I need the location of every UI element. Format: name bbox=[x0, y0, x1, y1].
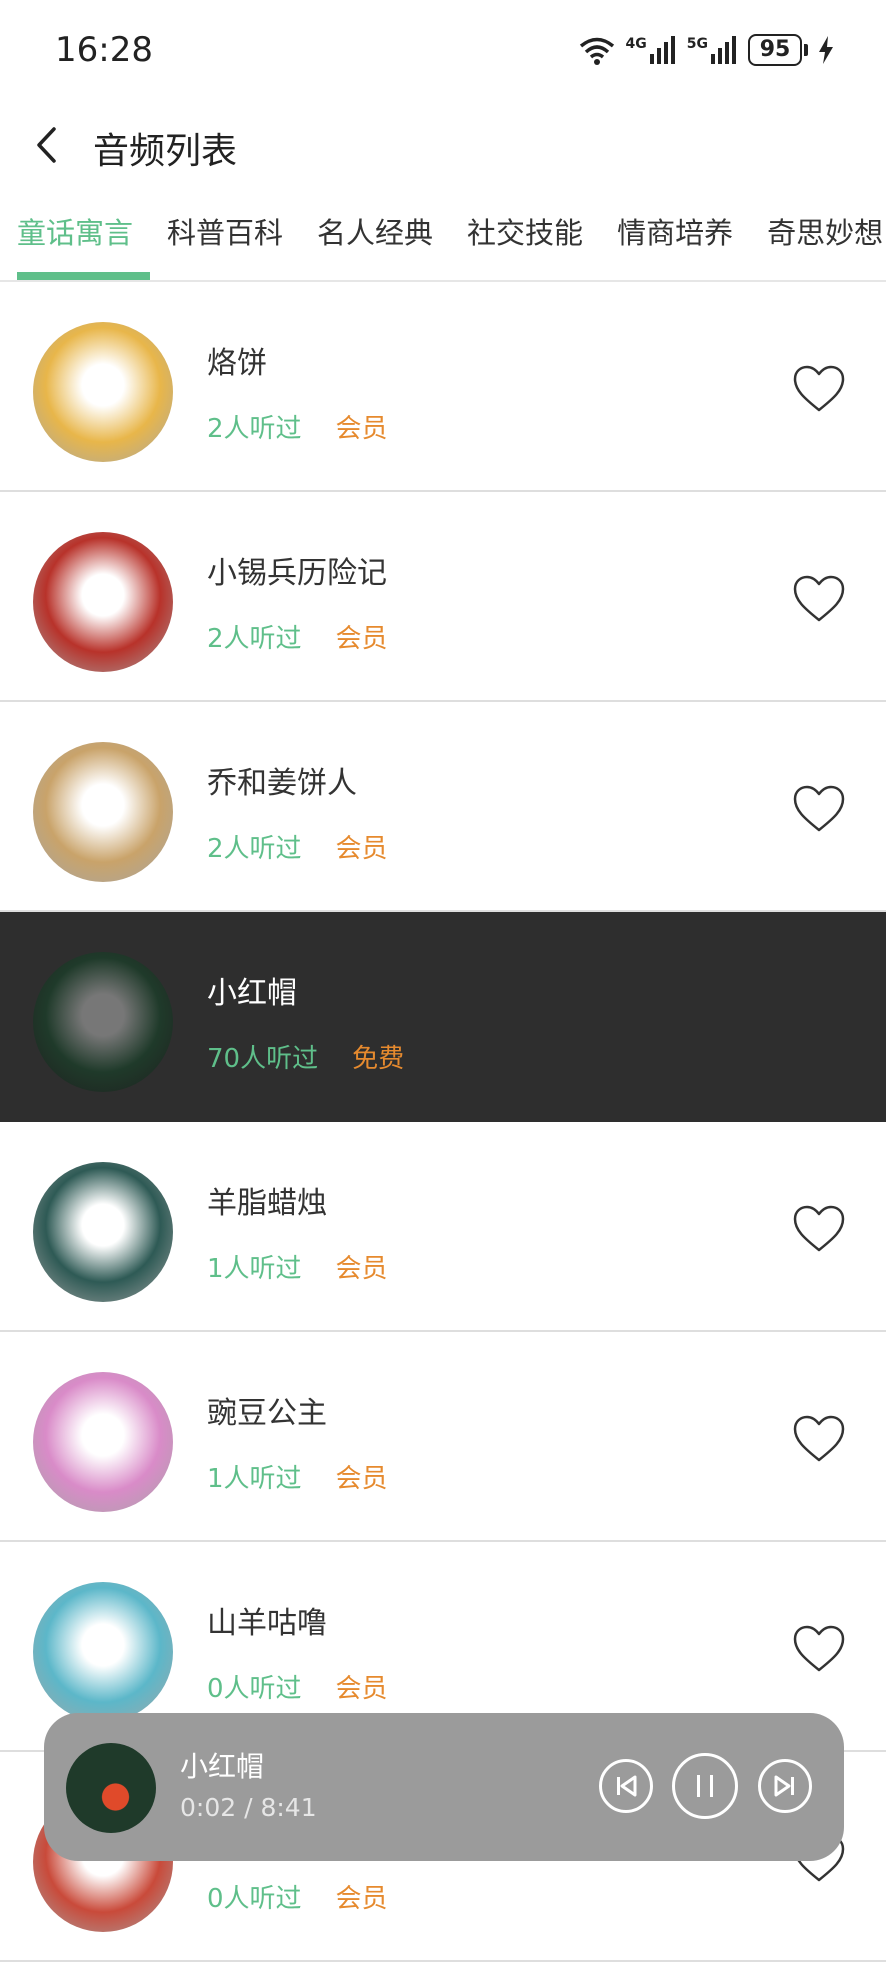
list-item[interactable]: 乔和姜饼人 2人听过 会员 bbox=[0, 702, 886, 912]
access-tag: 免费 bbox=[352, 1044, 405, 1074]
wifi-icon bbox=[579, 37, 614, 65]
audio-meta: 2人听过 会员 bbox=[207, 618, 388, 655]
audio-cover bbox=[33, 1582, 173, 1722]
status-bar: 16:28 4G 5G 95 bbox=[0, 0, 886, 100]
tab-eq[interactable]: 情商培养 bbox=[600, 200, 750, 280]
next-button[interactable] bbox=[758, 1759, 812, 1813]
access-tag: 会员 bbox=[335, 624, 388, 654]
favorite-heart-icon[interactable] bbox=[792, 364, 846, 414]
audio-list: 烙饼 2人听过 会员 小锡兵历险记 2人听过 会员 乔和姜饼人 2人听过 会员 … bbox=[0, 282, 886, 1962]
list-item[interactable]: 羊脂蜡烛 1人听过 会员 bbox=[0, 1122, 886, 1332]
audio-cover bbox=[33, 1162, 173, 1302]
list-item[interactable]: 小锡兵历险记 2人听过 会员 bbox=[0, 492, 886, 702]
access-tag: 会员 bbox=[335, 1254, 388, 1284]
access-tag: 会员 bbox=[335, 1464, 388, 1494]
back-arrow-icon[interactable] bbox=[28, 120, 68, 170]
access-tag: 会员 bbox=[335, 414, 388, 444]
audio-title: 羊脂蜡烛 bbox=[207, 1186, 327, 1221]
play-count: 70人听过 bbox=[207, 1044, 319, 1074]
favorite-heart-icon[interactable] bbox=[792, 574, 846, 624]
favorite-heart-icon[interactable] bbox=[792, 1624, 846, 1674]
player-cover bbox=[66, 1743, 156, 1833]
tab-fairy-tales[interactable]: 童话寓言 bbox=[0, 200, 151, 280]
favorite-heart-icon[interactable] bbox=[792, 1204, 846, 1254]
audio-cover bbox=[33, 742, 173, 882]
audio-cover bbox=[33, 952, 173, 1092]
battery-level: 95 bbox=[748, 34, 802, 66]
play-count: 0人听过 bbox=[207, 1674, 302, 1704]
audio-meta: 1人听过 会员 bbox=[207, 1248, 388, 1285]
list-item[interactable]: 烙饼 2人听过 会员 bbox=[0, 282, 886, 492]
status-icons: 4G 5G 95 bbox=[578, 30, 834, 70]
access-tag: 会员 bbox=[335, 1674, 388, 1704]
charging-icon bbox=[819, 36, 833, 64]
mini-player[interactable]: 小红帽 0:02 / 8:41 bbox=[44, 1713, 844, 1861]
play-count: 1人听过 bbox=[207, 1254, 302, 1284]
tab-science[interactable]: 科普百科 bbox=[150, 200, 300, 280]
pause-icon bbox=[697, 1775, 713, 1797]
page-title: 音频列表 bbox=[93, 131, 238, 172]
audio-meta: 1人听过 会员 bbox=[207, 1458, 388, 1495]
audio-cover bbox=[33, 322, 173, 462]
audio-meta: 2人听过 会员 bbox=[207, 828, 388, 865]
favorite-heart-icon[interactable] bbox=[792, 1414, 846, 1464]
previous-button[interactable] bbox=[599, 1759, 653, 1813]
favorite-heart-icon[interactable] bbox=[792, 784, 846, 834]
app-header: 音频列表 bbox=[0, 100, 886, 190]
player-time: 0:02 / 8:41 bbox=[180, 1793, 317, 1822]
network-label-2: 5G bbox=[686, 36, 708, 52]
play-count: 0人听过 bbox=[207, 1884, 302, 1914]
status-time: 16:28 bbox=[55, 30, 153, 70]
audio-meta: 2人听过 会员 bbox=[207, 408, 388, 445]
battery-icon: 95 bbox=[748, 34, 808, 66]
play-count: 2人听过 bbox=[207, 414, 302, 444]
play-count: 1人听过 bbox=[207, 1464, 302, 1494]
category-tabs: 童话寓言 科普百科 名人经典 社交技能 情商培养 奇思妙想 bbox=[0, 200, 886, 282]
player-title: 小红帽 bbox=[180, 1750, 265, 1783]
audio-title: 豌豆公主 bbox=[207, 1396, 327, 1431]
play-count: 2人听过 bbox=[207, 624, 302, 654]
audio-title: 小锡兵历险记 bbox=[207, 556, 387, 591]
audio-meta: 0人听过 会员 bbox=[207, 1668, 388, 1705]
list-item[interactable]: 小红帽 70人听过 免费 bbox=[0, 912, 886, 1122]
audio-title: 烙饼 bbox=[207, 346, 267, 381]
pause-button[interactable] bbox=[672, 1753, 738, 1819]
tab-imagination[interactable]: 奇思妙想 bbox=[750, 200, 886, 280]
next-icon bbox=[774, 1775, 794, 1797]
signal-4g-icon: 4G bbox=[626, 36, 677, 64]
tab-social-skills[interactable]: 社交技能 bbox=[450, 200, 600, 280]
list-item[interactable]: 豌豆公主 1人听过 会员 bbox=[0, 1332, 886, 1542]
tab-classics[interactable]: 名人经典 bbox=[300, 200, 450, 280]
audio-cover bbox=[33, 1372, 173, 1512]
audio-title: 山羊咕噜 bbox=[207, 1606, 327, 1641]
favorite-heart-icon[interactable] bbox=[792, 994, 846, 1044]
previous-icon bbox=[617, 1775, 637, 1797]
audio-meta: 70人听过 免费 bbox=[207, 1038, 404, 1075]
access-tag: 会员 bbox=[335, 834, 388, 864]
signal-5g-icon: 5G bbox=[687, 36, 738, 64]
network-label-1: 4G bbox=[625, 36, 647, 52]
access-tag: 会员 bbox=[335, 1884, 388, 1914]
audio-meta: 0人听过 会员 bbox=[207, 1878, 388, 1915]
audio-title: 小红帽 bbox=[207, 976, 297, 1011]
audio-title: 乔和姜饼人 bbox=[207, 766, 357, 801]
audio-cover bbox=[33, 532, 173, 672]
play-count: 2人听过 bbox=[207, 834, 302, 864]
